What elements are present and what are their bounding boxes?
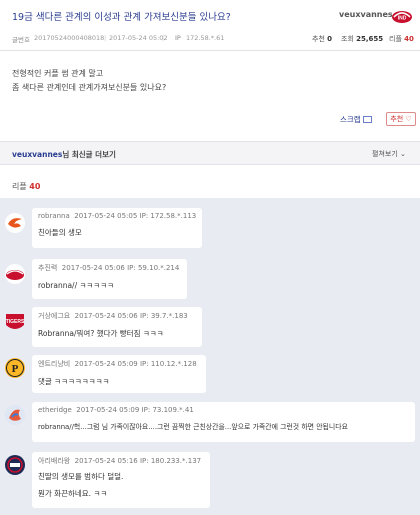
comment-author[interactable]: 아리배라왕 [38, 457, 70, 465]
replies-stat: 리플 40 [389, 34, 414, 44]
bears-logo-icon [5, 455, 25, 475]
indians-logo-icon [5, 264, 25, 284]
divider [0, 50, 420, 51]
scrap-button[interactable]: 스크랩 [340, 114, 372, 125]
post-ip-label: IP [175, 34, 181, 42]
svg-text:IND: IND [398, 16, 407, 22]
comment-author[interactable]: 추진력 [38, 264, 57, 272]
svg-text:TIGERS: TIGERS [6, 319, 25, 325]
comment-author[interactable]: etheridge [38, 406, 72, 414]
comment-text: 뭔가 화끈하네요. ㅋㅋ [38, 489, 108, 498]
comment-ip: IP: 39.7.*.183 [139, 312, 188, 320]
svg-text:P: P [12, 363, 19, 375]
comment-header: robranna 2017-05-24 05:05 IP: 172.58.*.1… [38, 212, 196, 220]
meta-divider: | [104, 34, 107, 42]
comment-text: robranna//헉...그럼 님 가족이잖아요....그런 끔찍한 근친상간… [38, 423, 348, 431]
replies-heading-label: 리플 [12, 182, 27, 191]
comment-text: 친아들의 생모 [38, 228, 82, 237]
comment-header: 추진력 2017-05-24 05:06 IP: 59.10.*.214 [38, 263, 181, 273]
post-body-line: 전형적인 커플 썸 관계 말고 [12, 69, 104, 78]
comment-ip: IP: 172.58.*.113 [139, 212, 197, 220]
user-avatar[interactable]: TIGERS [4, 311, 26, 333]
comment-ip: IP: 110.12.*.128 [139, 360, 197, 368]
comment-bubble: 추진력 2017-05-24 05:06 IP: 59.10.*.214 rob… [32, 259, 187, 299]
post-id-value: 20170524000408018 [34, 34, 105, 42]
user-avatar[interactable] [4, 212, 26, 234]
views-value: 25,655 [356, 35, 384, 43]
user-avatar[interactable] [4, 263, 26, 285]
comment-text: 친딸의 생모를 범하다 덜덜. [38, 472, 124, 481]
comment-text: robranna// ㅋㅋㅋㅋㅋ [38, 281, 114, 290]
views-stat: 조회 25,655 [341, 34, 383, 44]
comment-bubble: 거상에그요 2017-05-24 05:06 IP: 39.7.*.183 Ro… [32, 307, 202, 347]
replies-heading-count: 40 [29, 182, 41, 191]
tigers-logo-icon: TIGERS [6, 314, 25, 329]
comment-header: etheridge 2017-05-24 05:09 IP: 73.109.*.… [38, 406, 409, 414]
comment-ip: IP: 180.233.*.137 [139, 457, 202, 465]
comment-ip: IP: 73.109.*.41 [141, 406, 194, 414]
comment-author[interactable]: 엔트리냥비 [38, 360, 70, 368]
scrap-icon [362, 116, 372, 123]
comment-text: 댓글 ㅋㅋㅋㅋㅋㅋㅋㅋ [38, 377, 110, 386]
recommend-button-label: 추천 ♡ [390, 115, 412, 123]
comment-text: Robranna/뭐여? 했다가 빵터짐 ㅋㅋㅋ [38, 329, 164, 338]
author-more-bar[interactable]: veuxvannes님 최신글 더보기 펼쳐보기 ⌄ [0, 141, 420, 165]
user-avatar[interactable]: P [4, 357, 26, 379]
post-date: 2017-05-24 05:02 [109, 34, 168, 42]
meta-divider: | [162, 34, 165, 42]
post-header: 19금 색다른 관계의 이성과 관계 가져보신분들 있나요? veuxvanne… [0, 0, 420, 32]
views-label: 조회 [341, 35, 354, 43]
expand-toggle[interactable]: 펼쳐보기 ⌄ [372, 149, 406, 159]
post-id-label: 글번호 [12, 36, 30, 44]
recommend-label: 추천 [312, 35, 325, 43]
user-avatar[interactable] [4, 454, 26, 476]
comment-header: 아리배라왕 2017-05-24 05:16 IP: 180.233.*.137 [38, 456, 204, 466]
scrap-label: 스크랩 [340, 115, 361, 124]
post-meta: 글번호 20170524000408018 | 2017-05-24 05:02… [0, 32, 420, 46]
post-actions: 스크랩 추천 ♡ [0, 110, 420, 130]
recommend-stat: 추천 0 [312, 34, 332, 44]
comment-date: 2017-05-24 05:06 [74, 312, 138, 320]
comment-header: 거상에그요 2017-05-24 05:06 IP: 39.7.*.183 [38, 311, 196, 321]
author-more-link[interactable]: veuxvannes님 최신글 더보기 [12, 149, 116, 160]
post-body-line: 좀 색다른 관계인데 관계가져보신분들 있나요? [12, 83, 167, 92]
recommend-value: 0 [327, 35, 332, 43]
pirates-logo-icon: P [5, 358, 25, 378]
team-logo-icon: IND [392, 11, 412, 23]
post-ip-value: 172.58.*.61 [186, 34, 225, 42]
comment-bubble: 아리배라왕 2017-05-24 05:16 IP: 180.233.*.137… [32, 452, 210, 508]
colorful-splash-icon [5, 405, 25, 425]
replies-value: 40 [404, 35, 414, 43]
comment-author[interactable]: robranna [38, 212, 70, 220]
comment-bubble: etheridge 2017-05-24 05:09 IP: 73.109.*.… [32, 402, 415, 442]
author-more-suffix: 님 최신글 더보기 [62, 150, 116, 159]
author-more-name: veuxvannes [12, 150, 63, 159]
replies-heading: 리플 40 [12, 181, 40, 192]
comment-date: 2017-05-24 05:09 [76, 406, 140, 414]
post-title[interactable]: 19금 색다른 관계의 이성과 관계 가져보신분들 있나요? [12, 9, 231, 23]
post-author[interactable]: veuxvannes [339, 10, 393, 19]
orange-swirl-icon [5, 213, 25, 233]
recommend-button[interactable]: 추천 ♡ [386, 112, 416, 126]
comment-date: 2017-05-24 05:05 [74, 212, 138, 220]
user-avatar[interactable] [4, 404, 26, 426]
comment-author[interactable]: 거상에그요 [38, 312, 70, 320]
comment-ip: IP: 59.10.*.214 [127, 264, 180, 272]
comment-date: 2017-05-24 05:16 [74, 457, 138, 465]
replies-label: 리플 [389, 35, 402, 43]
post-body: 전형적인 커플 썸 관계 말고 좀 색다른 관계인데 관계가져보신분들 있나요? [12, 67, 166, 95]
comment-header: 엔트리냥비 2017-05-24 05:09 IP: 110.12.*.128 [38, 359, 200, 369]
comment-bubble: 엔트리냥비 2017-05-24 05:09 IP: 110.12.*.128 … [32, 355, 206, 393]
comment-bubble: robranna 2017-05-24 05:05 IP: 172.58.*.1… [32, 208, 202, 248]
comment-date: 2017-05-24 05:09 [74, 360, 138, 368]
comment-date: 2017-05-24 05:06 [61, 264, 125, 272]
